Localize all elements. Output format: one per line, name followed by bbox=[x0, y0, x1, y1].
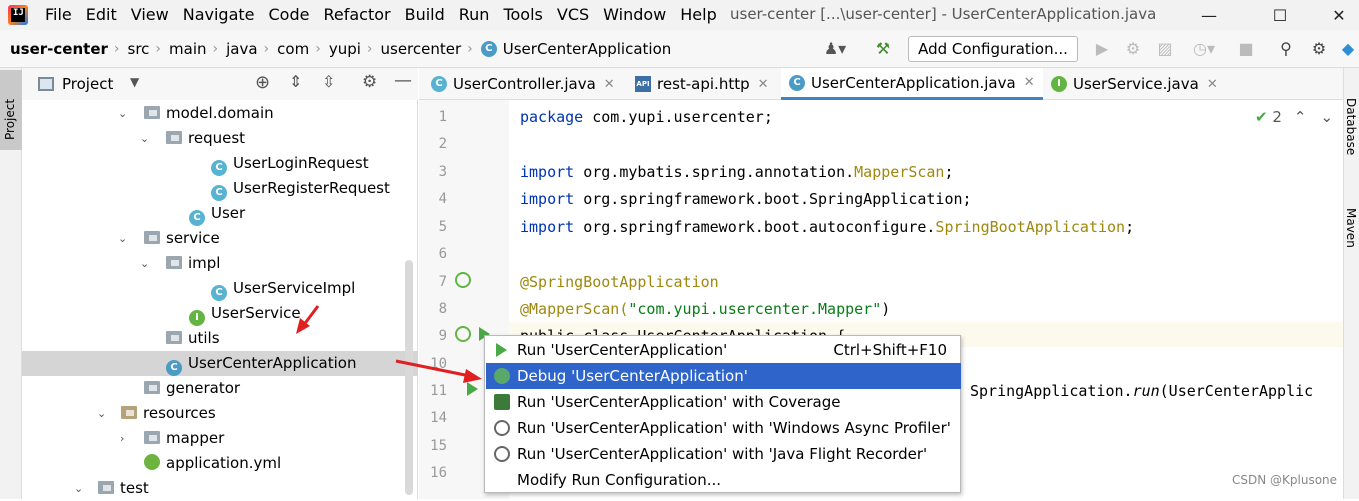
annotation-arrows bbox=[296, 305, 482, 383]
red-arrow-line bbox=[395, 359, 471, 378]
watermark: CSDN @Kplusone bbox=[1232, 473, 1338, 487]
red-arrow-head bbox=[463, 369, 482, 383]
